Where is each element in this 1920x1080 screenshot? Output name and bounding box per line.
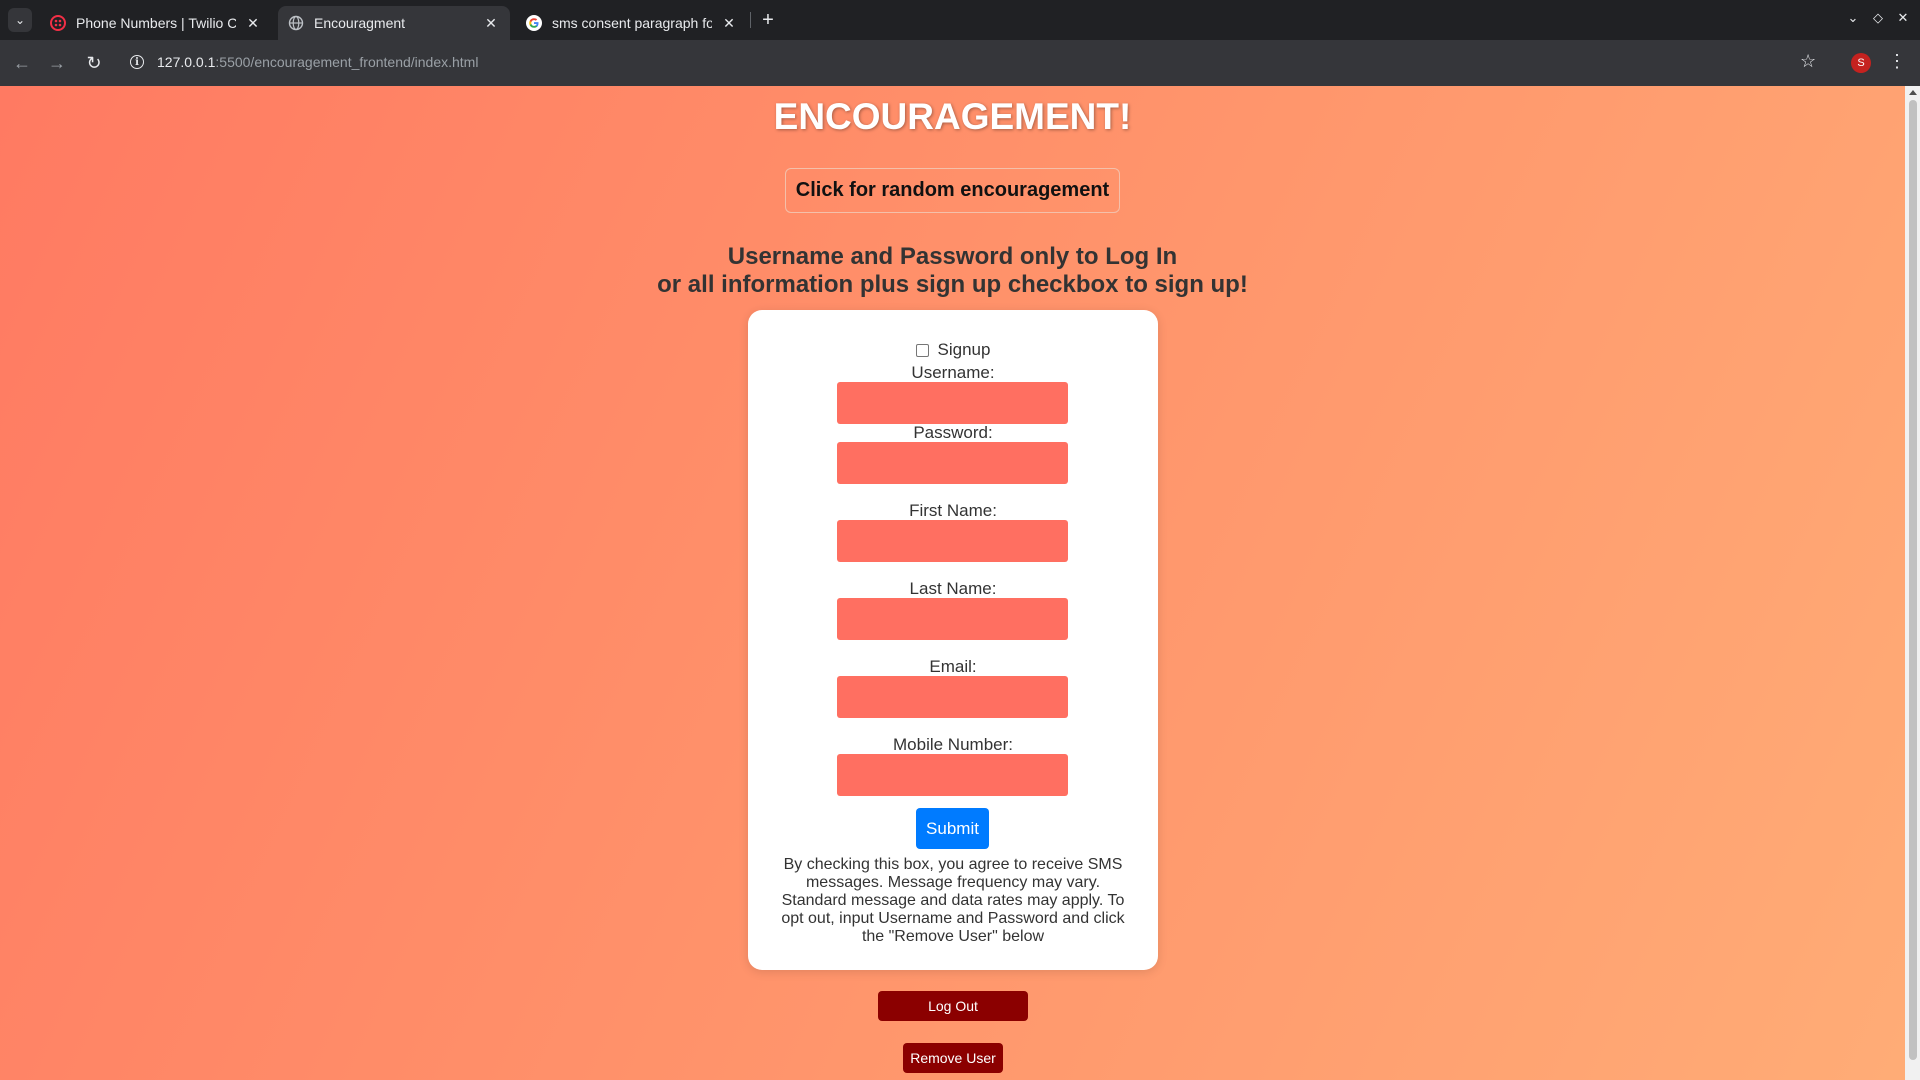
- mobile-number-label: Mobile Number:: [893, 735, 1013, 754]
- url-path: :5500/encouragement_frontend/index.html: [215, 54, 479, 70]
- tab-strip: ⌄ Phone Numbers | Twilio Co ✕ Encouragme…: [0, 0, 1920, 40]
- instructions-line-2: or all information plus sign up checkbox…: [657, 271, 1248, 298]
- log-out-button[interactable]: Log Out: [878, 991, 1028, 1021]
- tab-title: Encouragment: [314, 15, 406, 31]
- sms-consent-text: By checking this box, you agree to recei…: [781, 856, 1125, 945]
- restore-window-icon[interactable]: ◇: [1868, 10, 1888, 26]
- password-label: Password:: [913, 423, 993, 442]
- first-name-label: First Name:: [909, 501, 997, 520]
- instructions: Username and Password only to Log In or …: [0, 243, 1905, 299]
- random-encouragement-button[interactable]: Click for random encouragement: [785, 168, 1120, 213]
- site-info-icon[interactable]: i: [130, 55, 144, 69]
- twilio-icon: [50, 15, 66, 31]
- scrollbar-thumb[interactable]: [1909, 100, 1917, 1060]
- tab-google-search[interactable]: sms consent paragraph for ✕: [516, 6, 748, 40]
- signup-checkbox[interactable]: [915, 343, 929, 357]
- last-name-input[interactable]: [837, 598, 1068, 640]
- globe-icon: [288, 15, 304, 31]
- email-input[interactable]: [837, 676, 1068, 718]
- back-arrow-icon[interactable]: ←: [10, 51, 34, 75]
- first-name-input[interactable]: [837, 520, 1068, 562]
- instructions-line-1: Username and Password only to Log In: [727, 243, 1178, 270]
- username-input[interactable]: [837, 382, 1068, 424]
- page-title: ENCOURAGEMENT!: [773, 96, 1132, 137]
- tab-encouragment[interactable]: Encouragment ✕: [278, 6, 510, 40]
- tab-twilio[interactable]: Phone Numbers | Twilio Co ✕: [40, 6, 272, 40]
- new-tab-plus-icon[interactable]: +: [756, 8, 780, 32]
- submit-button[interactable]: Submit: [916, 808, 989, 849]
- password-input[interactable]: [837, 442, 1068, 484]
- reload-icon[interactable]: ↻: [82, 51, 106, 75]
- last-name-label: Last Name:: [909, 579, 997, 598]
- page-scrollbar[interactable]: [1905, 86, 1920, 1080]
- kebab-menu-icon[interactable]: ⋮: [1888, 51, 1906, 72]
- page-viewport: ENCOURAGEMENT! Click for random encourag…: [0, 86, 1905, 1080]
- signup-label: Signup: [937, 340, 991, 359]
- signup-row: Signup: [748, 340, 1158, 360]
- close-tab-icon[interactable]: ✕: [244, 15, 262, 32]
- google-icon: [526, 15, 542, 31]
- close-tab-icon[interactable]: ✕: [482, 15, 500, 32]
- address-bar[interactable]: 127.0.0.1:5500/encouragement_frontend/in…: [157, 54, 478, 70]
- mobile-number-input[interactable]: [837, 754, 1068, 796]
- username-label: Username:: [911, 363, 995, 382]
- forward-arrow-icon[interactable]: →: [45, 51, 69, 75]
- profile-avatar[interactable]: S: [1851, 53, 1871, 73]
- tab-separator: [750, 12, 751, 28]
- email-label: Email:: [929, 657, 977, 676]
- chevron-down-icon[interactable]: ⌄: [1843, 10, 1863, 26]
- close-tab-icon[interactable]: ✕: [720, 15, 738, 32]
- tab-title: Phone Numbers | Twilio Co: [76, 15, 236, 31]
- remove-user-button[interactable]: Remove User: [903, 1043, 1003, 1073]
- browser-toolbar: ← → ↻ i 127.0.0.1:5500/encouragement_fro…: [0, 40, 1920, 86]
- url-host: 127.0.0.1: [157, 54, 216, 70]
- tab-search-chevron-icon[interactable]: ⌄: [8, 8, 32, 32]
- auth-form-card: Signup Username: Password: First Name: L…: [748, 310, 1158, 970]
- scroll-up-arrow-icon[interactable]: [1909, 90, 1917, 95]
- bookmark-star-icon[interactable]: ☆: [1800, 51, 1816, 72]
- close-window-icon[interactable]: ✕: [1893, 10, 1913, 26]
- tab-title: sms consent paragraph for: [552, 15, 712, 31]
